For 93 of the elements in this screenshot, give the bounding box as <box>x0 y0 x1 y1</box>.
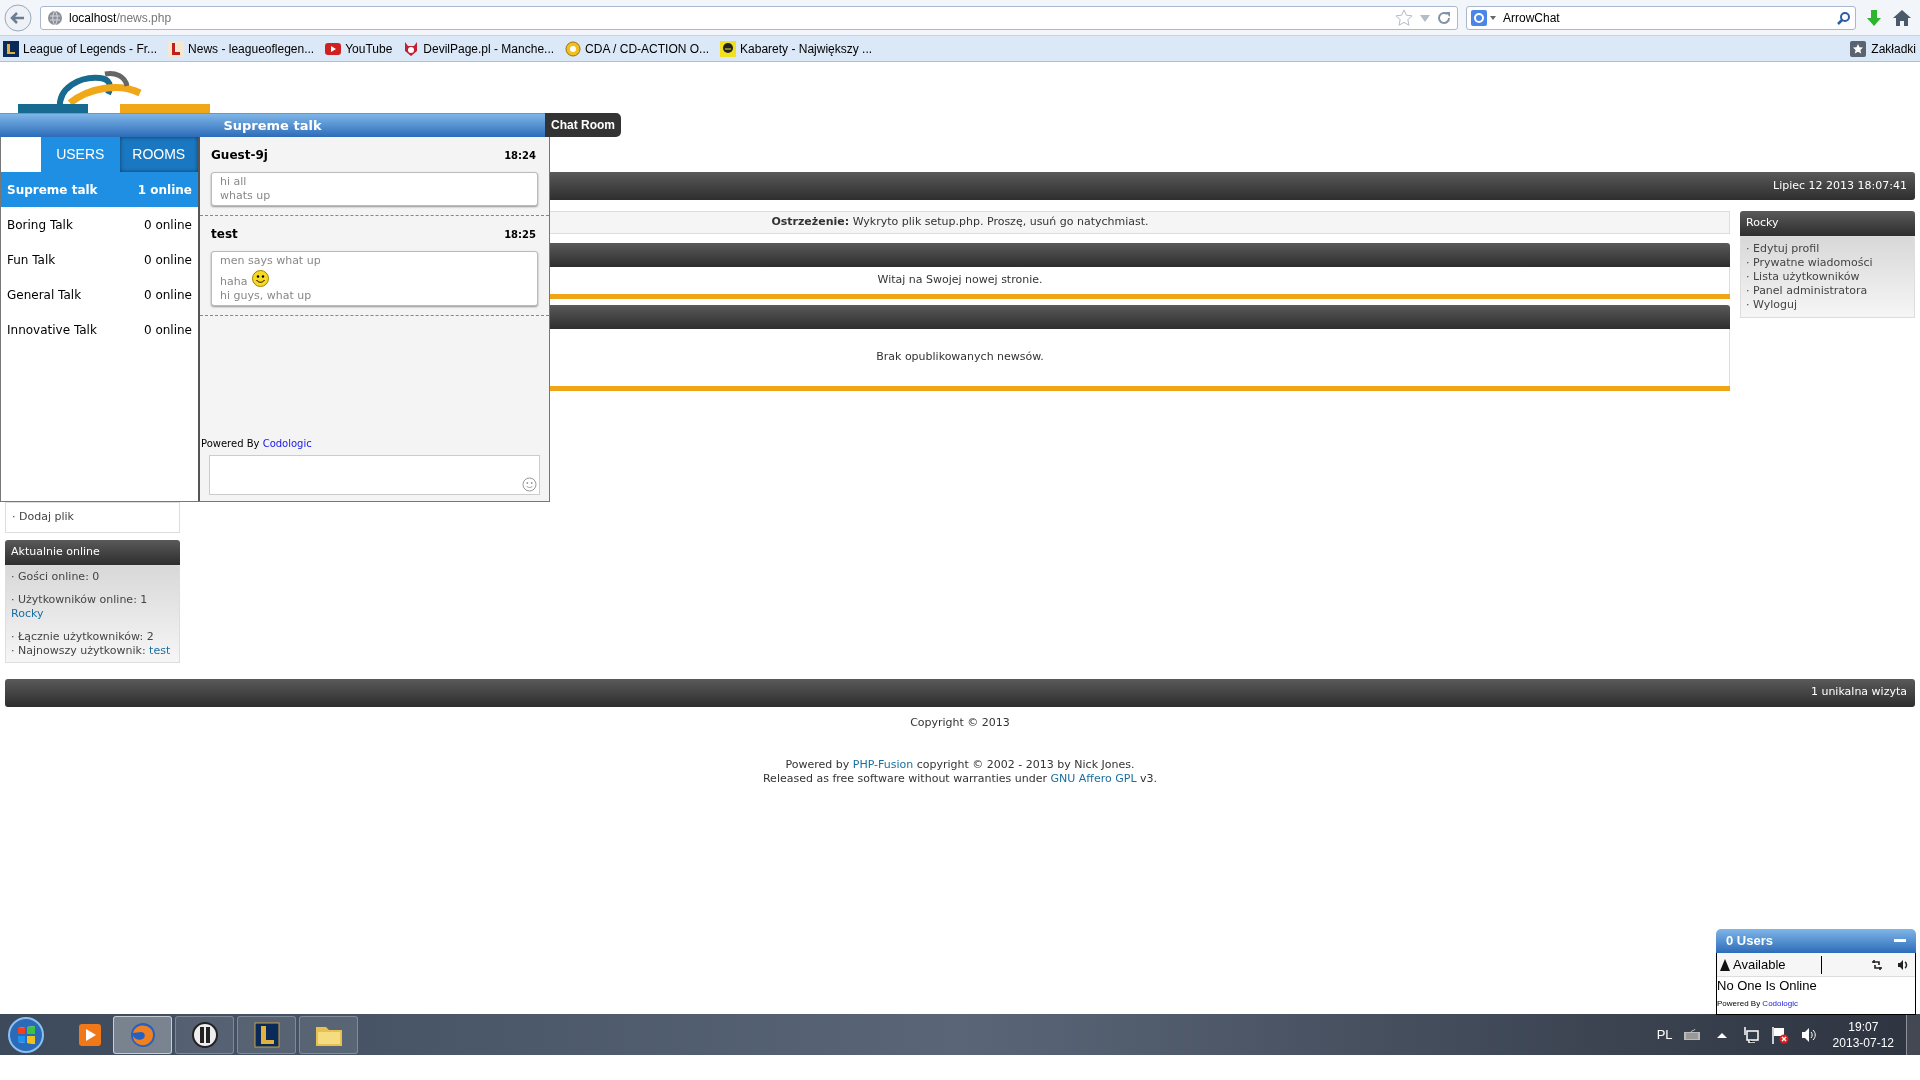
codologic-link[interactable]: Codologic <box>1762 999 1798 1008</box>
taskbar-app[interactable] <box>175 1015 234 1054</box>
online-stat: · Użytkowników online: 1 <box>11 592 149 607</box>
search-text: ArrowChat <box>1503 9 1561 27</box>
home-icon[interactable] <box>1892 7 1912 28</box>
room-name: Boring Talk <box>7 216 73 234</box>
message-text: haha <box>220 275 248 289</box>
panel-title: Rocky <box>1740 211 1915 236</box>
address-bar[interactable]: localhost/news.php <box>40 5 1458 30</box>
message-text: men says what up <box>220 254 321 268</box>
bookmark[interactable]: YouTube <box>324 38 394 59</box>
user-link[interactable]: Rocky <box>11 606 44 621</box>
bookmark-icon <box>403 40 420 57</box>
chat-tab[interactable]: ROOMS <box>119 137 198 172</box>
bookmark[interactable]: News - leagueoflegen... <box>167 38 316 59</box>
bookmark-icon <box>168 40 185 57</box>
date-text: Lipiec 12 2013 18:07:41 <box>1773 177 1907 194</box>
chat-title-bar: Supreme talk <box>0 113 545 137</box>
room-count: 0 online <box>143 321 192 339</box>
reload-icon[interactable] <box>1437 10 1451 25</box>
online-stat: · Gości online: 0 <box>11 569 101 584</box>
search-icon[interactable] <box>1837 10 1851 25</box>
star-icon[interactable] <box>1395 8 1413 27</box>
back-button[interactable] <box>4 3 32 32</box>
panel-link[interactable]: · Dodaj plik <box>12 509 173 526</box>
panel-link[interactable]: · Wyloguj <box>1746 298 1797 312</box>
online-stat: · Łącznie użytkowników: 2 <box>11 629 155 644</box>
emoji-button[interactable] <box>522 477 537 492</box>
network-icon[interactable] <box>1742 1026 1759 1043</box>
app-icon <box>128 1020 157 1049</box>
sound-icon[interactable] <box>1897 959 1909 970</box>
taskbar-app[interactable] <box>237 1015 296 1054</box>
credits-link[interactable]: GNU Affero GPL <box>1050 772 1137 785</box>
chat-room-tab[interactable]: Chat Room <box>545 113 621 137</box>
panel-title: Aktualnie online <box>5 539 180 565</box>
app-icon <box>77 1021 103 1048</box>
panel-link[interactable]: · Edytuj profil <box>1746 242 1820 256</box>
start-button[interactable] <box>6 1014 46 1055</box>
bookmark-icon <box>3 40 19 57</box>
search-engine-icon[interactable] <box>1471 9 1497 26</box>
app-icon <box>252 1020 281 1049</box>
message-text: hi all <box>220 175 247 189</box>
show-hidden-icons-button[interactable] <box>1716 1031 1727 1038</box>
room-count: 0 online <box>143 251 192 269</box>
search-field[interactable]: ArrowChat <box>1466 5 1856 30</box>
swap-icon[interactable] <box>1871 959 1883 970</box>
room-name: General Talk <box>7 286 82 304</box>
visits-text: 1 unikalna wizyta <box>1810 684 1907 701</box>
powered-by-text: Powered By Codologic <box>1717 998 1798 1010</box>
empty-list-text: No One Is Online <box>1717 977 1817 995</box>
app-icon <box>190 1020 219 1049</box>
language-indicator[interactable]: PL <box>1656 1024 1673 1045</box>
show-desktop-button[interactable] <box>1906 1014 1920 1055</box>
message-input[interactable] <box>209 455 540 495</box>
copyright-text: Copyright © 2013 <box>910 715 1010 729</box>
user-link[interactable]: test <box>149 643 171 657</box>
minimize-icon[interactable] <box>1894 939 1906 943</box>
panel-text: Witaj na Swojej nowej stronie. <box>877 272 1043 289</box>
powered-by-text: Powered By Codologic <box>200 438 312 449</box>
bookmark[interactable]: Kabarety - Największy ... <box>719 38 874 59</box>
action-center-icon[interactable] <box>1770 1025 1789 1044</box>
panel-link[interactable]: · Lista użytkowników <box>1746 270 1860 284</box>
url-text: localhost/news.php <box>69 9 172 27</box>
room-name: Innovative Talk <box>7 321 97 339</box>
credits-text: Powered by PHP-Fusion copyright © 2002 - 2013 by Nick Jones. <box>785 758 1135 772</box>
credits-link[interactable]: PHP-Fusion <box>852 758 914 771</box>
bookmark-icon <box>565 40 582 57</box>
bookmark[interactable]: DevilPage.pl - Manche... <box>402 38 556 59</box>
clock[interactable]: 19:07 2013-07-12 <box>1832 1018 1894 1051</box>
message-time: 18:24 <box>504 148 536 163</box>
keyboard-icon[interactable] <box>1682 1028 1701 1041</box>
panel-link[interactable]: · Panel administratora <box>1746 284 1868 298</box>
sender-name: Guest-9j <box>211 147 268 164</box>
bookmark-icon <box>325 40 342 57</box>
status-icon <box>1720 958 1730 971</box>
bookmark[interactable]: League of Legends - Fr... <box>2 38 159 59</box>
room-count: 0 online <box>143 216 192 234</box>
room-name: Supreme talk <box>7 181 98 199</box>
message-text: hi guys, what up <box>220 289 312 303</box>
globe-icon <box>47 9 63 26</box>
bookmark-icon <box>720 40 737 57</box>
volume-icon[interactable] <box>1800 1027 1817 1042</box>
credits-text: Released as free software without warranties under GNU Affero GPL v3. <box>762 772 1158 786</box>
message-text: whats up <box>220 189 271 203</box>
bookmark[interactable]: CDA / CD-ACTION O... <box>564 38 711 59</box>
room-count: 0 online <box>143 286 192 304</box>
codologic-link[interactable]: Codologic <box>262 438 312 449</box>
room-count: 1 online <box>137 181 192 199</box>
panel-link[interactable]: · Prywatne wiadomości <box>1746 256 1873 270</box>
bookmarks-menu[interactable]: Zakładki <box>1850 39 1916 58</box>
online-stat: · Najnowszy użytkownik: test <box>11 643 172 658</box>
room-name: Fun Talk <box>7 251 56 269</box>
panel-text: Brak opublikowanych newsów. <box>876 349 1044 366</box>
